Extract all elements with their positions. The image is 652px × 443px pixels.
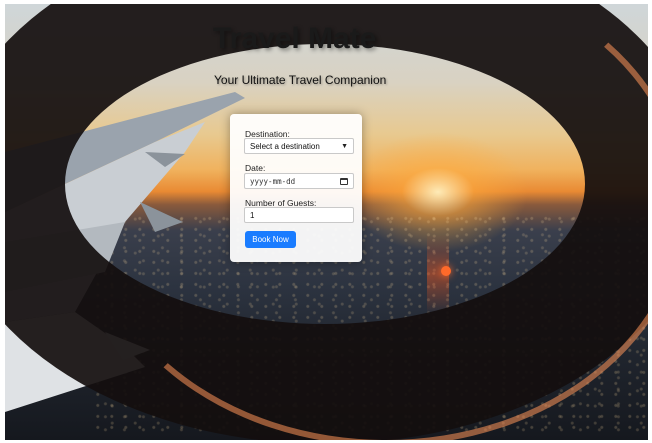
date-input[interactable]: yyyy-mm-dd: [244, 173, 354, 189]
date-label: Date:: [245, 163, 266, 173]
chevron-down-icon: ▼: [341, 142, 348, 150]
sun-reflection: [441, 266, 451, 276]
city-lights: [95, 214, 648, 434]
calendar-icon[interactable]: [340, 177, 348, 185]
page-title: Travel Mate: [213, 22, 377, 55]
destination-select-value: Select a destination: [250, 141, 320, 151]
booking-form: Destination: Select a destination ▼ Date…: [230, 114, 362, 262]
page-subtitle: Your Ultimate Travel Companion: [214, 73, 387, 87]
date-input-placeholder: yyyy-mm-dd: [250, 176, 296, 186]
book-now-button[interactable]: Book Now: [245, 231, 296, 248]
guests-input[interactable]: 1: [244, 207, 354, 223]
guests-input-value: 1: [250, 210, 255, 220]
destination-select[interactable]: Select a destination ▼: [244, 138, 354, 154]
